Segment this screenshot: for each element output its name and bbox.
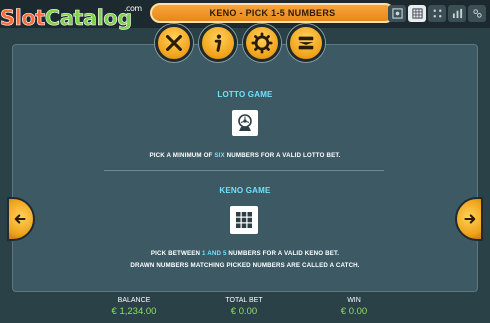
bars-icon	[452, 8, 462, 19]
info-button[interactable]	[199, 24, 237, 62]
arrow-right-icon	[464, 214, 476, 224]
balance-display: BALANCE € 1,234.00	[94, 297, 174, 317]
menu-button[interactable]	[287, 24, 325, 62]
grid-icon	[411, 8, 423, 19]
dice-icon	[433, 9, 441, 18]
lotto-desc-end: NUMBERS FOR A VALID LOTTO BET.	[224, 152, 341, 159]
lotto-desc-highlight: SIX	[214, 152, 225, 159]
logo-text-catalog: Catalog	[44, 6, 132, 31]
keno-desc-and: AND	[205, 250, 223, 257]
total-bet-value: € 0.00	[230, 306, 258, 317]
section-divider	[104, 170, 384, 171]
win-label: WIN	[347, 297, 361, 304]
close-button[interactable]	[155, 24, 193, 62]
arrow-left-icon	[14, 214, 26, 224]
keno-description-line2: DRAWN NUMBERS MATCHING PICKED NUMBERS AR…	[130, 262, 360, 269]
lotto-wheel-icon	[238, 114, 252, 131]
lotto-icon-box	[232, 110, 258, 136]
info-icon	[214, 34, 222, 52]
gear-icon	[251, 32, 273, 54]
help-icon	[391, 8, 403, 19]
top-right-toolbar	[388, 5, 486, 22]
keno-desc-end: NUMBERS FOR A VALID KENO BET.	[226, 250, 340, 257]
next-page-button[interactable]	[455, 197, 483, 241]
menu-icon	[298, 36, 314, 50]
total-bet-display: TOTAL BET € 0.00	[204, 297, 284, 317]
balance-label: BALANCE	[117, 297, 151, 304]
settings-mini-button[interactable]	[468, 5, 486, 22]
keno-description-line1: PICK BETWEEN 1 AND 5 NUMBERS FOR A VALID…	[0, 250, 490, 257]
grid-mini-button[interactable]	[408, 5, 426, 22]
keno-section-title: KENO GAME	[219, 186, 271, 195]
help-mini-button[interactable]	[388, 5, 406, 22]
settings-button[interactable]	[243, 24, 281, 62]
game-title-text: KENO - PICK 1-5 NUMBERS	[209, 8, 336, 18]
keno-grid-icon	[236, 212, 252, 228]
keno-desc-start: PICK BETWEEN	[150, 250, 202, 257]
status-bar: BALANCE € 1,234.00 TOTAL BET € 0.00 WIN …	[0, 295, 490, 323]
help-controls	[155, 24, 325, 62]
logo-text-com: .com	[124, 4, 142, 13]
game-title: KENO - PICK 1-5 NUMBERS	[150, 3, 395, 23]
win-value: € 0.00	[340, 306, 368, 317]
logo-text-slot: Slot	[0, 6, 46, 31]
previous-page-button[interactable]	[7, 197, 35, 241]
lotto-description: PICK A MINIMUM OF SIX NUMBERS FOR A VALI…	[0, 152, 490, 159]
slotcatalog-watermark-logo: SlotCatalog .com	[0, 0, 160, 36]
balance-value: € 1,234.00	[111, 306, 157, 317]
lotto-section-title: LOTTO GAME	[217, 90, 273, 99]
bars-mini-button[interactable]	[448, 5, 466, 22]
settings-icon	[472, 9, 482, 18]
close-icon	[166, 35, 182, 51]
dice-mini-button[interactable]	[428, 5, 446, 22]
keno-icon-box	[230, 206, 258, 234]
lotto-desc-start: PICK A MINIMUM OF	[149, 152, 215, 159]
total-bet-label: TOTAL BET	[225, 297, 263, 304]
win-display: WIN € 0.00	[314, 297, 394, 317]
